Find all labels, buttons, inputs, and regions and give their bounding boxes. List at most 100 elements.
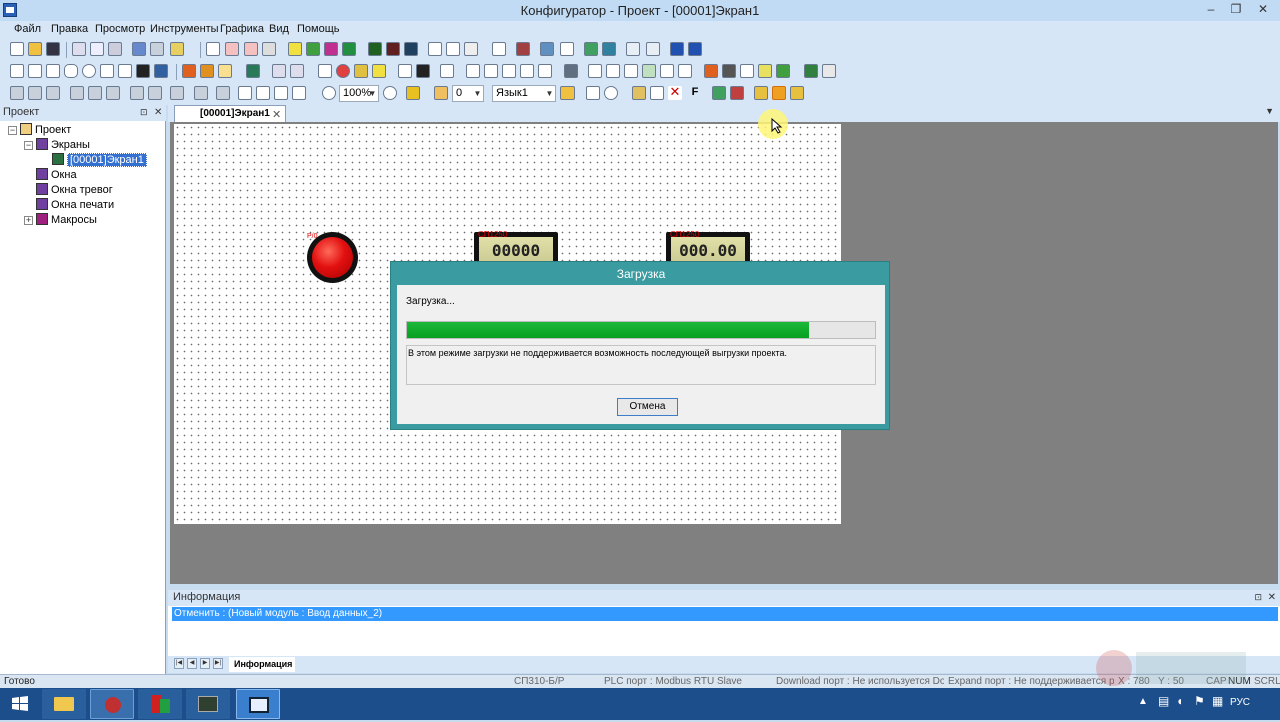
tree-item-project[interactable]: Проект <box>20 123 71 138</box>
macro-f-button[interactable]: F <box>688 86 702 100</box>
text-input-icon[interactable] <box>446 42 460 56</box>
download-icon[interactable] <box>754 86 768 100</box>
sun-icon[interactable] <box>372 64 386 78</box>
screen-icon[interactable] <box>440 64 454 78</box>
sector-icon[interactable] <box>118 64 132 78</box>
tab-screen1[interactable]: [00001]Экран1 <box>174 105 286 122</box>
frame-icon[interactable] <box>560 42 574 56</box>
menu-file[interactable]: Файл <box>14 23 41 35</box>
pin-icon[interactable]: ⊡ <box>140 105 148 120</box>
menu-tools[interactable]: Инструменты <box>150 23 219 35</box>
tree-item-alarm-windows[interactable]: Окна тревог <box>36 183 113 198</box>
text-style-icon[interactable] <box>225 42 239 56</box>
network-icon[interactable] <box>602 42 616 56</box>
recipe-table-icon[interactable] <box>776 64 790 78</box>
button-element-icon[interactable] <box>306 42 320 56</box>
histogram-icon[interactable] <box>688 42 702 56</box>
save-icon[interactable] <box>46 42 60 56</box>
tab-info[interactable]: Информация <box>229 657 295 672</box>
ellipse-icon[interactable] <box>82 64 96 78</box>
taskbar-app3-icon[interactable] <box>186 689 230 719</box>
last-page-icon[interactable]: ▶| <box>213 658 223 669</box>
zoom-out-icon[interactable] <box>322 86 336 100</box>
polygon-icon[interactable] <box>100 64 114 78</box>
image-icon[interactable] <box>154 64 168 78</box>
bar-icon[interactable] <box>626 42 640 56</box>
language-settings-icon[interactable] <box>560 86 575 100</box>
taskbar-app4-icon[interactable] <box>236 689 280 719</box>
volume-icon[interactable]: ◖ <box>1176 694 1183 708</box>
library-icon[interactable] <box>246 64 260 78</box>
line-icon[interactable] <box>10 64 24 78</box>
taskbar-app2-icon[interactable] <box>138 689 182 719</box>
open-icon[interactable] <box>28 42 42 56</box>
align-center-icon[interactable] <box>28 86 42 100</box>
align-top-icon[interactable] <box>70 86 84 100</box>
zoom-in-icon[interactable] <box>383 86 397 100</box>
speaker-icon[interactable] <box>354 64 368 78</box>
alarm-table-icon[interactable] <box>704 64 718 78</box>
expand-icon[interactable]: + <box>24 216 33 225</box>
center-icon[interactable] <box>170 86 184 100</box>
maximize-button[interactable]: ❐ <box>1223 0 1249 20</box>
network-tray-icon[interactable]: ▤ <box>1158 694 1169 708</box>
window-icon[interactable] <box>540 42 554 56</box>
close-button[interactable]: ✕ <box>1250 0 1276 20</box>
bar-chart-icon[interactable] <box>670 42 684 56</box>
text-style2-icon[interactable] <box>244 42 258 56</box>
help-icon[interactable] <box>170 42 184 56</box>
tools-icon[interactable] <box>804 64 818 78</box>
taskbar-explorer-icon[interactable] <box>42 689 86 719</box>
round-indicator-icon[interactable] <box>336 64 350 78</box>
new-icon[interactable] <box>10 42 24 56</box>
dots-icon[interactable] <box>398 64 412 78</box>
backward-icon[interactable] <box>292 86 306 100</box>
forward-icon[interactable] <box>274 86 288 100</box>
switch-icon[interactable] <box>342 42 356 56</box>
frame-rect-icon[interactable] <box>136 64 150 78</box>
rounded-rect-icon[interactable] <box>64 64 78 78</box>
move-down-icon[interactable] <box>290 64 304 78</box>
copy-icon[interactable] <box>90 42 104 56</box>
taskbar-configurator-icon[interactable] <box>90 689 134 719</box>
label-icon[interactable] <box>262 42 276 56</box>
delete-icon[interactable]: ✕ <box>668 85 682 100</box>
data-table-icon[interactable] <box>758 64 772 78</box>
distribute-v-icon[interactable] <box>148 86 162 100</box>
menu-layout[interactable]: Вид <box>269 23 289 35</box>
shield-icon[interactable] <box>564 64 578 78</box>
info-row[interactable]: Отменить : (Новый модуль : Ввод данных_2… <box>172 607 1278 621</box>
dial3-icon[interactable] <box>538 64 552 78</box>
dial-icon[interactable] <box>502 64 516 78</box>
ascii-display-icon[interactable] <box>404 42 418 56</box>
state-select[interactable]: 0 ▼ <box>452 85 484 102</box>
arc-icon[interactable] <box>28 64 42 78</box>
trend4-icon[interactable] <box>642 64 656 78</box>
collapse-icon[interactable]: − <box>8 126 17 135</box>
align-middle-icon[interactable] <box>88 86 102 100</box>
prev-page-icon[interactable]: ◀ <box>187 658 197 669</box>
select-icon[interactable] <box>218 64 232 78</box>
same-width-icon[interactable] <box>194 86 208 100</box>
config-icon[interactable] <box>822 64 836 78</box>
text-icon[interactable] <box>206 42 220 56</box>
compile-icon[interactable] <box>586 86 600 100</box>
tree-item-screens[interactable]: Экраны <box>36 138 90 153</box>
redo-icon[interactable] <box>150 42 164 56</box>
paste-icon[interactable] <box>108 42 122 56</box>
offline-sim-icon[interactable] <box>712 86 726 100</box>
indicator-icon[interactable] <box>324 42 338 56</box>
minimize-button[interactable]: – <box>1198 0 1224 20</box>
cut-icon[interactable] <box>72 42 86 56</box>
tray-arrow-icon[interactable]: ▲ <box>1138 696 1148 707</box>
link-icon[interactable] <box>516 42 530 56</box>
text-display-icon[interactable] <box>428 42 442 56</box>
align-right-icon[interactable] <box>46 86 60 100</box>
cancel-button[interactable]: Отмена <box>617 398 678 416</box>
trend5-icon[interactable] <box>660 64 674 78</box>
numeric-input-icon[interactable] <box>386 42 400 56</box>
meter-icon[interactable] <box>318 64 332 78</box>
keyboard-icon[interactable]: ▦ <box>1212 694 1223 708</box>
paint-icon[interactable] <box>182 64 196 78</box>
trend3-icon[interactable] <box>624 64 638 78</box>
